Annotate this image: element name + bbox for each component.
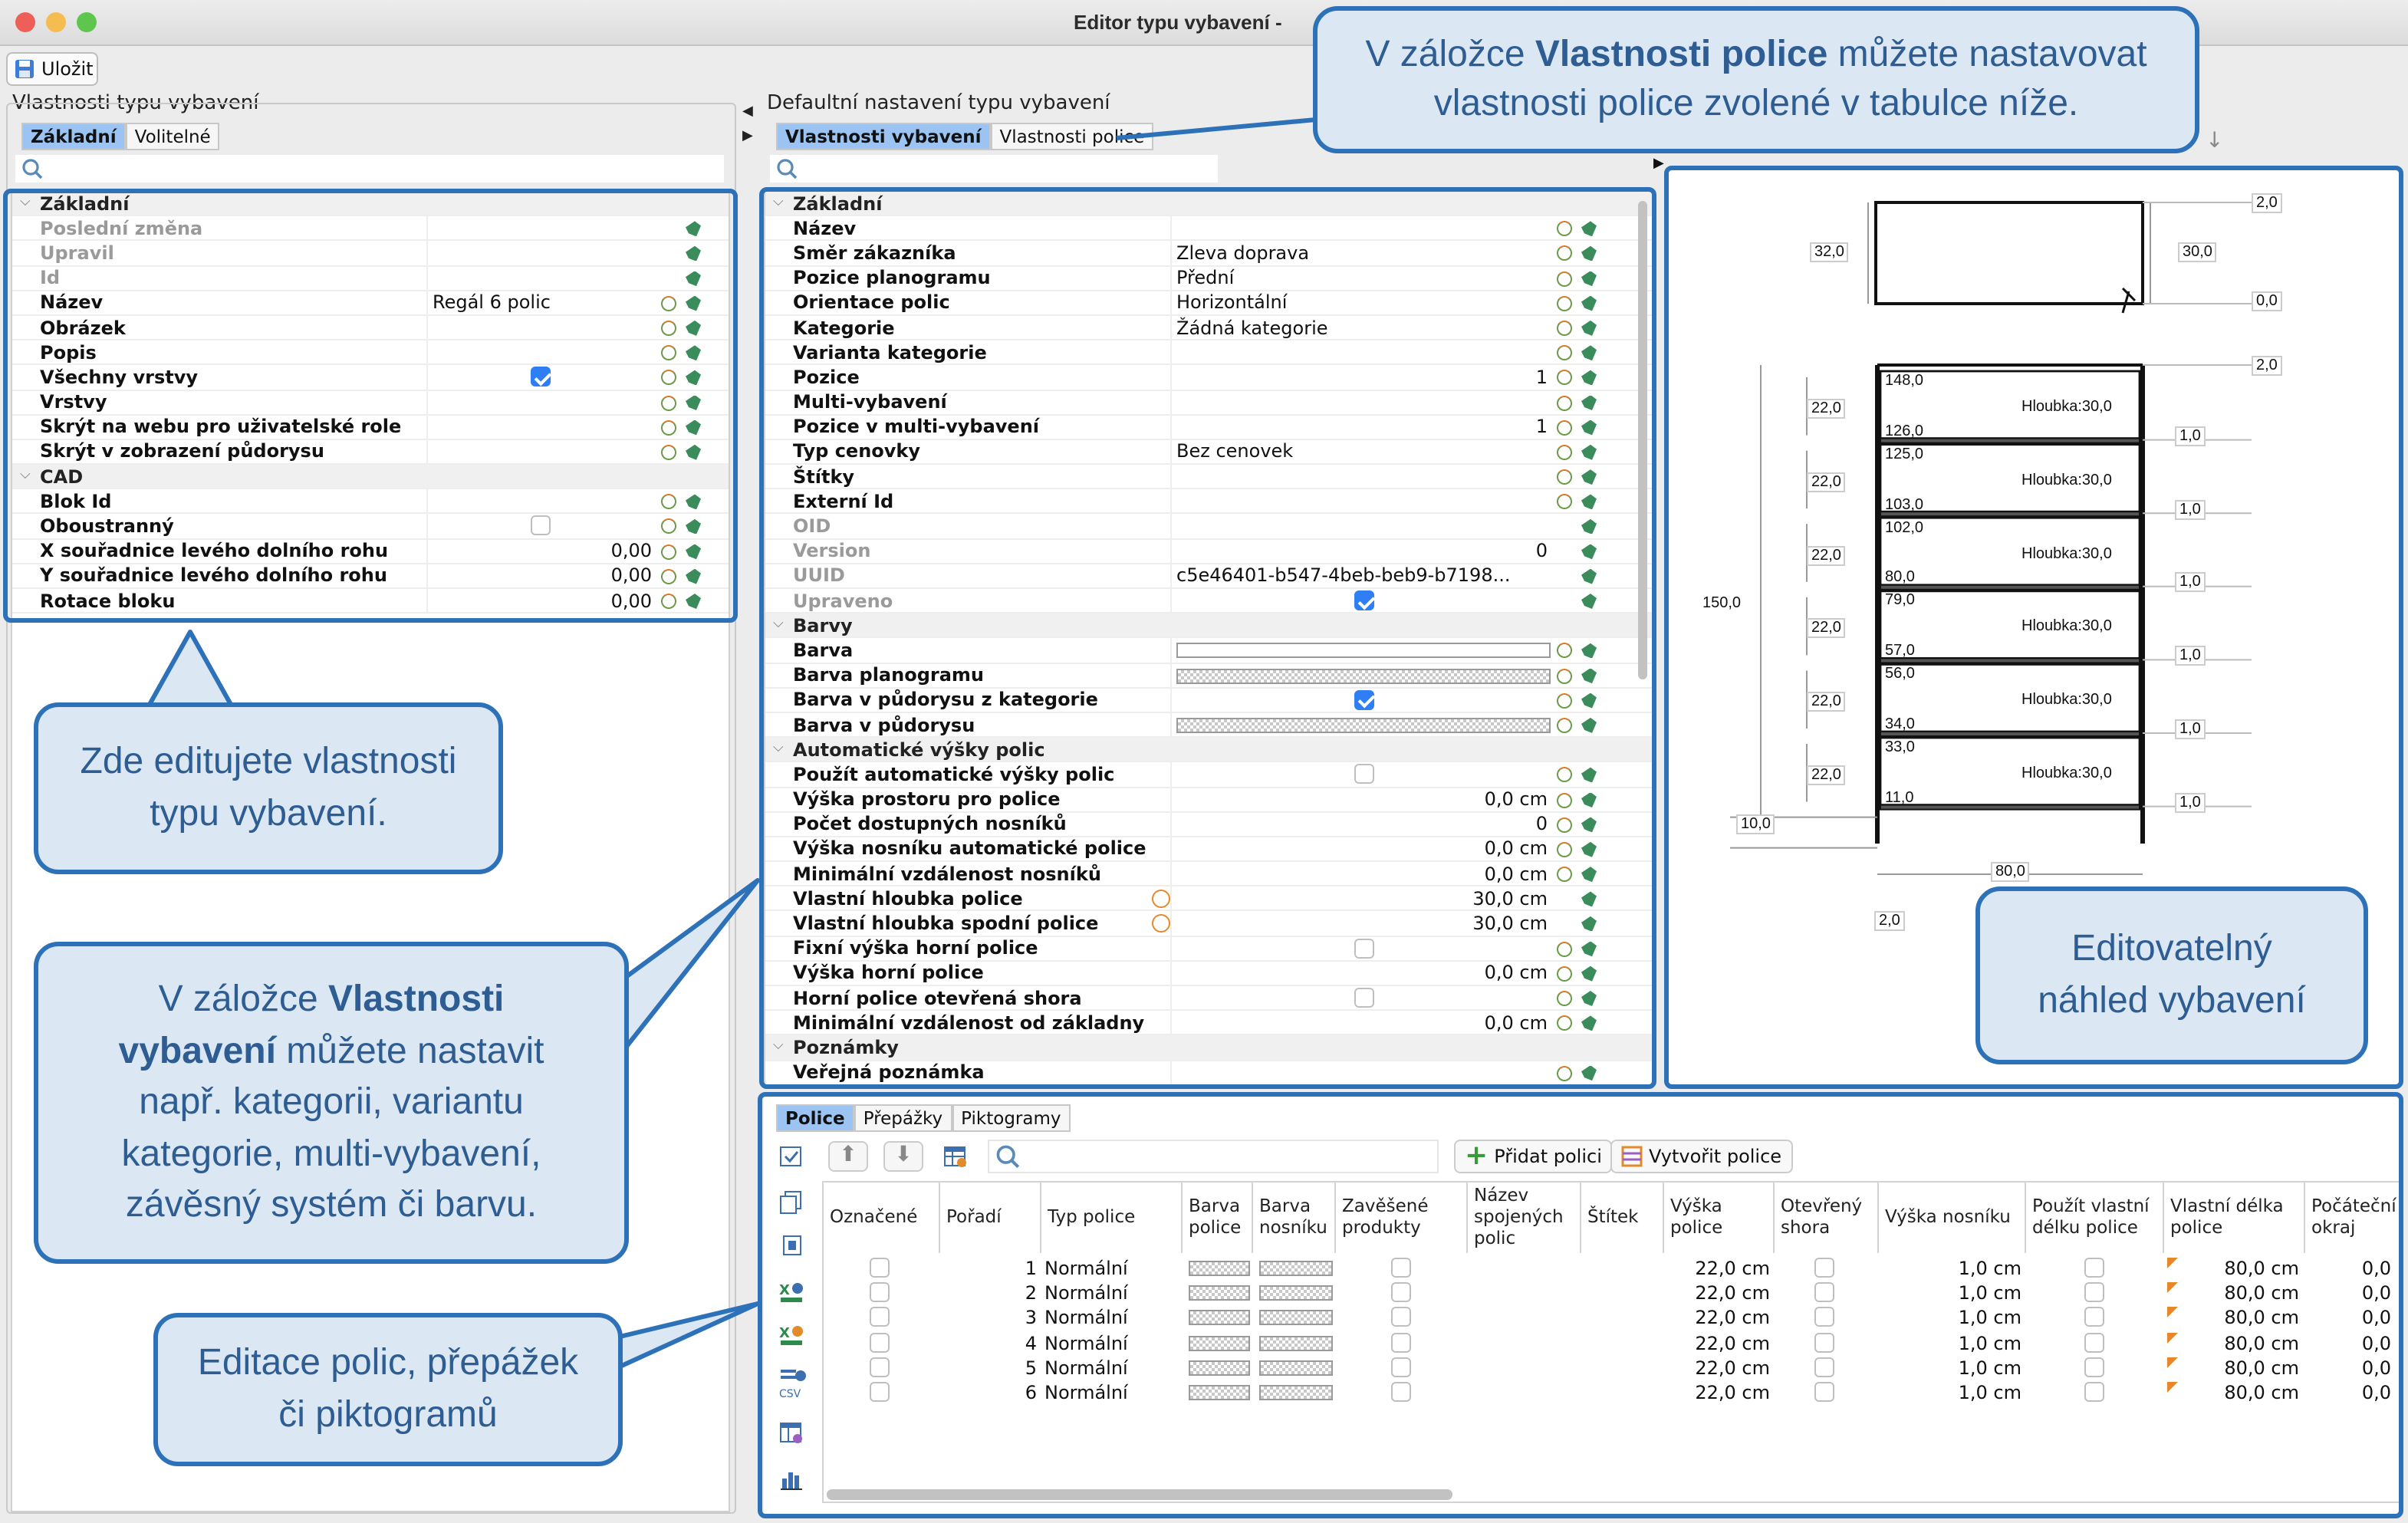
callout-text: Zde editujete vlastnosti typu vybavení. — [80, 741, 457, 834]
callout-text: Editovatelný náhled vybavení — [2038, 928, 2306, 1021]
callout-shelf-properties: V záložce Vlastnosti police můžete nasta… — [1313, 6, 2199, 153]
callout-type-properties: Zde editujete vlastnosti typu vybavení. — [34, 702, 503, 874]
callout-preview: Editovatelný náhled vybavení — [1975, 886, 2368, 1064]
callout-text: Editace polic, přepážek či piktogramů — [197, 1342, 579, 1436]
callout-text: V záložce — [158, 979, 328, 1021]
editor-window: Editor typu vybavení - Uložit Vlastnosti… — [0, 0, 2408, 1523]
callout-text: V záložce — [1365, 33, 1535, 75]
callout-bold-text: Vlastnosti police — [1535, 33, 1828, 75]
callout-equipment-properties: V záložce Vlastnosti vybavení můžete nas… — [34, 942, 629, 1264]
callout-shelf-editing: Editace polic, přepážek či piktogramů — [153, 1313, 623, 1466]
